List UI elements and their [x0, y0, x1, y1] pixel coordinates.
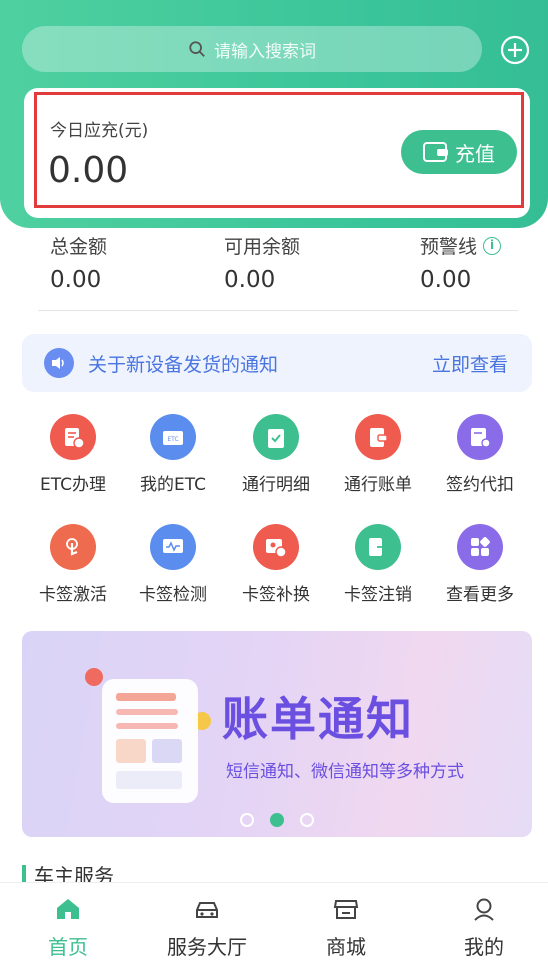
- service-item-label: 卡签激活: [39, 585, 107, 605]
- service-item[interactable]: 卡签注销: [328, 524, 428, 605]
- carousel-dot[interactable]: [240, 813, 254, 827]
- banner-title: 账单通知: [222, 692, 414, 746]
- service-item-label: 卡签检测: [139, 585, 207, 605]
- service-item-label: 签约代扣: [446, 475, 514, 495]
- speaker-icon: [44, 348, 74, 378]
- search-bar[interactable]: 请输入搜索词: [22, 26, 482, 72]
- stat-available-value: 0.00: [224, 267, 276, 293]
- service-item-label: 通行明细: [242, 475, 310, 495]
- tab-home[interactable]: 首页: [8, 895, 128, 960]
- stat-total-label: 总金额: [50, 236, 108, 258]
- tab-profile-label: 我的: [464, 935, 504, 959]
- monitor-icon: [150, 524, 196, 570]
- bill-icon: [355, 414, 401, 460]
- service-item[interactable]: 卡签激活: [23, 524, 123, 605]
- recharge-label: 今日应充(元): [50, 121, 149, 141]
- service-item[interactable]: 签约代扣: [430, 414, 530, 495]
- stat-available: 可用余额 0.00: [224, 232, 300, 293]
- logout-icon: [355, 524, 401, 570]
- service-item-label: 卡签注销: [344, 585, 412, 605]
- card-replace-icon: [253, 524, 299, 570]
- store-icon: [333, 900, 359, 919]
- service-item-label: 通行账单: [344, 475, 412, 495]
- clipboard-check-icon: [253, 414, 299, 460]
- service-item[interactable]: 通行明细: [226, 414, 326, 495]
- tap-activate-icon: [50, 524, 96, 570]
- carousel-dot[interactable]: [270, 813, 284, 827]
- stat-total-value: 0.00: [50, 267, 102, 293]
- stat-warning: 预警线 i 0.00: [420, 232, 502, 293]
- tab-store-label: 商城: [326, 935, 366, 959]
- notice-bar[interactable]: 关于新设备发货的通知 立即查看: [22, 334, 532, 392]
- search-placeholder: 请输入搜索词: [214, 41, 316, 62]
- notice-view-link[interactable]: 立即查看: [432, 350, 508, 377]
- service-item[interactable]: ETC 我的ETC: [123, 414, 223, 495]
- svg-text:ETC: ETC: [167, 436, 178, 443]
- tab-store[interactable]: 商城: [286, 895, 406, 960]
- stat-warning-value: 0.00: [420, 267, 472, 293]
- service-item[interactable]: 查看更多: [430, 524, 530, 605]
- service-item[interactable]: 卡签检测: [123, 524, 223, 605]
- service-item[interactable]: 卡签补换: [226, 524, 326, 605]
- wallet-icon: [423, 142, 448, 162]
- service-item-label: 查看更多: [446, 585, 514, 605]
- tab-bar: 首页 服务大厅 商城 我的: [0, 882, 548, 964]
- apps-more-icon: [457, 524, 503, 570]
- etc-apply-icon: [50, 414, 96, 460]
- tab-profile[interactable]: 我的: [424, 895, 544, 960]
- info-icon[interactable]: i: [483, 236, 502, 255]
- etc-card-icon: ETC: [150, 414, 196, 460]
- contract-icon: [457, 414, 503, 460]
- stat-available-label: 可用余额: [224, 236, 301, 258]
- search-icon: [189, 41, 205, 57]
- recharge-button[interactable]: 充值: [401, 130, 517, 174]
- home-icon: [57, 899, 79, 919]
- carousel-dot[interactable]: [300, 813, 314, 827]
- promo-banner[interactable]: 账单通知 短信通知、微信通知等多种方式: [22, 631, 532, 837]
- add-icon[interactable]: [500, 35, 530, 65]
- recharge-button-label: 充值: [455, 141, 495, 166]
- service-item-label: ETC办理: [40, 475, 106, 495]
- service-item-label: 卡签补换: [242, 585, 310, 605]
- service-item-label: 我的ETC: [140, 475, 206, 495]
- car-icon: [196, 902, 218, 918]
- divider: [38, 310, 518, 311]
- phone-illustration: [85, 668, 211, 803]
- stat-warning-label: 预警线: [420, 236, 478, 258]
- stat-total: 总金额 0.00: [50, 232, 107, 293]
- tab-service-hall-label: 服务大厅: [167, 935, 247, 959]
- banner-subtitle: 短信通知、微信通知等多种方式: [226, 762, 464, 782]
- user-icon: [474, 898, 494, 921]
- service-item[interactable]: 通行账单: [328, 414, 428, 495]
- notice-message: 关于新设备发货的通知: [88, 353, 279, 376]
- recharge-amount: 0.00: [48, 150, 129, 191]
- tab-home-label: 首页: [48, 935, 88, 959]
- service-item[interactable]: ETC办理: [23, 414, 123, 495]
- tab-service-hall[interactable]: 服务大厅: [147, 895, 267, 960]
